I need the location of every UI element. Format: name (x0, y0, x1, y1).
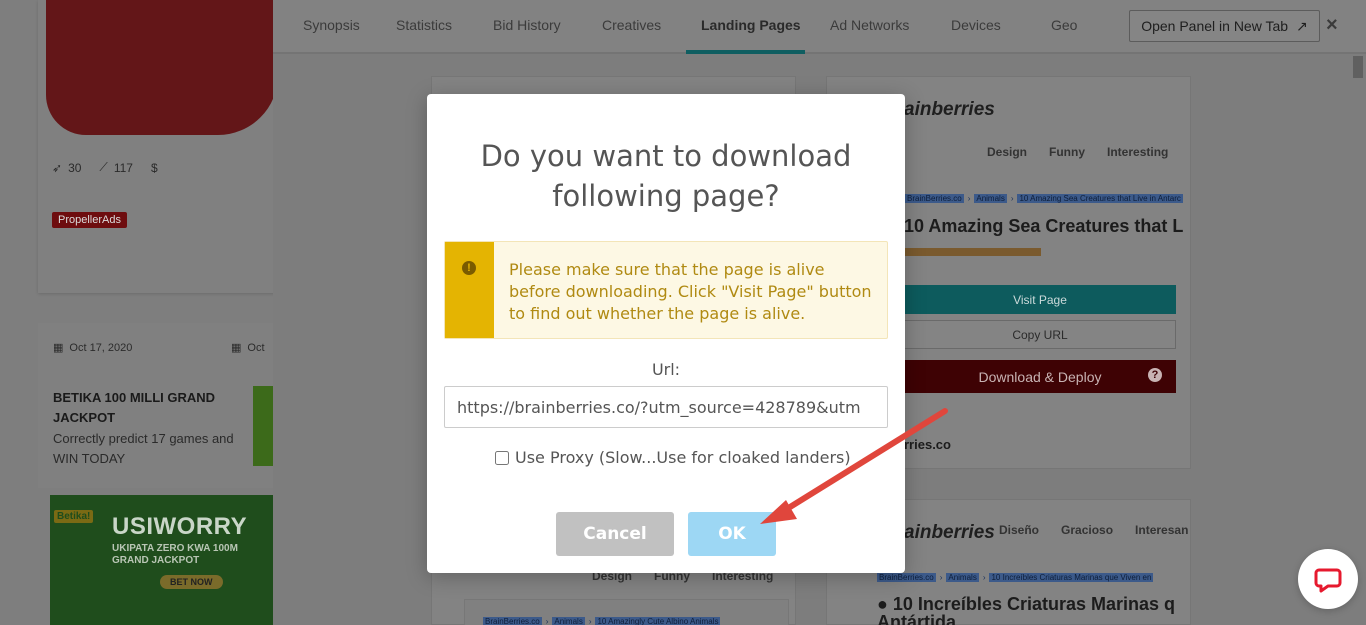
close-icon[interactable]: × (1326, 14, 1338, 37)
creative-banner: Betika! USIWORRY UKIPATA ZERO KWA 100M G… (50, 495, 273, 625)
download-deploy-label: Download & Deploy (978, 368, 1102, 385)
lp-nav-item: Design (987, 145, 1028, 159)
tab-geo[interactable]: Geo (1051, 17, 1077, 33)
tab-creatives[interactable]: Creatives (602, 17, 661, 33)
date-last-seen: ▦ Oct (231, 341, 265, 355)
tab-bar: Synopsis Statistics Bid History Creative… (273, 0, 1366, 54)
lp-nav-item: Interesting (1107, 145, 1169, 159)
warning-alert: ! Please make sure that the page is aliv… (444, 241, 888, 339)
launches-stat: ➶ 30 (52, 160, 82, 175)
exclamation-icon: ! (462, 261, 476, 275)
lp-headline: 10 Amazing Sea Creatures that Li (904, 216, 1184, 236)
rocket-icon: ➶ (52, 160, 63, 175)
tab-bid-history[interactable]: Bid History (493, 17, 561, 33)
banner-subline: UKIPATA ZERO KWA 100M GRAND JACKPOT (112, 543, 238, 566)
chat-icon (1314, 568, 1342, 593)
calendar-icon: ▦ (53, 342, 64, 354)
lp-domain: rries.co (904, 437, 951, 452)
open-panel-label: Open Panel in New Tab (1141, 18, 1289, 34)
lp-brand: ainberries (904, 522, 995, 543)
ok-button[interactable]: OK (688, 512, 776, 556)
creative-image (46, 0, 278, 135)
tab-devices[interactable]: Devices (951, 17, 1001, 33)
url-input[interactable] (444, 386, 888, 428)
cancel-button[interactable]: Cancel (556, 512, 674, 556)
warning-text: Please make sure that the page is alive … (509, 260, 872, 323)
lp-progress-bar (904, 248, 1041, 256)
tab-landing-pages[interactable]: Landing Pages (701, 17, 801, 33)
background-left-column: ➶ 30 ⟋ 117 $ PropellerAds ▦ Oct 17, 2020 ▦ O… (0, 0, 278, 625)
download-deploy-button[interactable]: Download & Deploy ? (904, 360, 1176, 393)
help-icon[interactable]: ? (1148, 368, 1162, 382)
lp-breadcrumb: BrainBerries.co › Animals › 10 Increíbles Cr… (877, 573, 1154, 582)
trend-icon: ⟋ (99, 160, 108, 174)
copy-url-button[interactable]: Copy URL (904, 320, 1176, 349)
url-label: Url: (651, 360, 681, 379)
use-proxy-checkbox[interactable] (495, 450, 509, 465)
chat-widget-button[interactable] (1298, 549, 1358, 609)
external-link-icon: ↗ (1296, 17, 1308, 34)
ad-title: BETIKA 100 MILLI GRAND JACKPOT (53, 390, 216, 425)
scrollbar-thumb[interactable] (1353, 56, 1363, 78)
lp-preview: BrainBerries.co › Animals › 10 Amazingly Cut… (464, 599, 789, 625)
calendar-icon: ▦ (231, 342, 242, 354)
dialog-title: Do you want to download following page? (480, 139, 852, 213)
campaign-card: ➶ 30 ⟋ 117 $ PropellerAds (38, 0, 278, 293)
open-panel-new-tab-button[interactable]: Open Panel in New Tab ↗ (1129, 10, 1320, 42)
card-stats: ➶ 30 ⟋ 117 $ (52, 160, 158, 175)
lp-brand: ainberries (904, 99, 995, 120)
banner-headline: USIWORRY (112, 513, 248, 540)
lp-nav: Diseño Gracioso Interesan (999, 523, 1188, 537)
trend-stat: ⟋ 117 (99, 160, 133, 175)
download-page-dialog: Do you want to download following page? … (427, 94, 905, 573)
active-tab-indicator (686, 50, 805, 54)
lp-nav: Design Funny Interesting (987, 145, 1168, 159)
lp-nav-item: Interesan (1135, 523, 1189, 537)
currency-stat: $ (150, 160, 158, 175)
tab-ad-networks[interactable]: Ad Networks (830, 17, 909, 33)
lp-headline-icon: ● (877, 594, 888, 614)
ad-description: Correctly predict 17 games and WIN TODAY (53, 431, 234, 466)
lp-nav-item: Diseño (999, 523, 1040, 537)
lp-headline-line2: Antártida (877, 612, 957, 625)
campaign-card-2: ▦ Oct 17, 2020 ▦ Oct BETIKA 100 MILLI GRAN… (38, 323, 278, 488)
warning-strip: ! (445, 242, 494, 338)
network-badge: PropellerAds (52, 212, 127, 228)
lp-nav-item: Gracioso (1061, 523, 1114, 537)
tab-statistics[interactable]: Statistics (396, 17, 452, 33)
tab-synopsis[interactable]: Synopsis (303, 17, 360, 33)
lp-breadcrumb: BrainBerries.co › Animals › 10 Amazingly Cut… (483, 617, 721, 625)
brand-logo: Betika! (54, 510, 94, 523)
scrollbar[interactable] (1350, 56, 1364, 625)
banner-button: BET NOW (160, 575, 223, 589)
visit-page-button[interactable]: Visit Page (904, 285, 1176, 314)
lp-breadcrumb: BrainBerries.co › Animals › 10 Amazing Sea C… (905, 194, 1183, 203)
lp-nav-item: Funny (1049, 145, 1086, 159)
use-proxy-option[interactable]: Use Proxy (Slow...Use for cloaked lander… (495, 448, 851, 467)
use-proxy-label: Use Proxy (Slow...Use for cloaked lander… (515, 448, 851, 467)
date-first-seen: ▦ Oct 17, 2020 (53, 341, 133, 355)
